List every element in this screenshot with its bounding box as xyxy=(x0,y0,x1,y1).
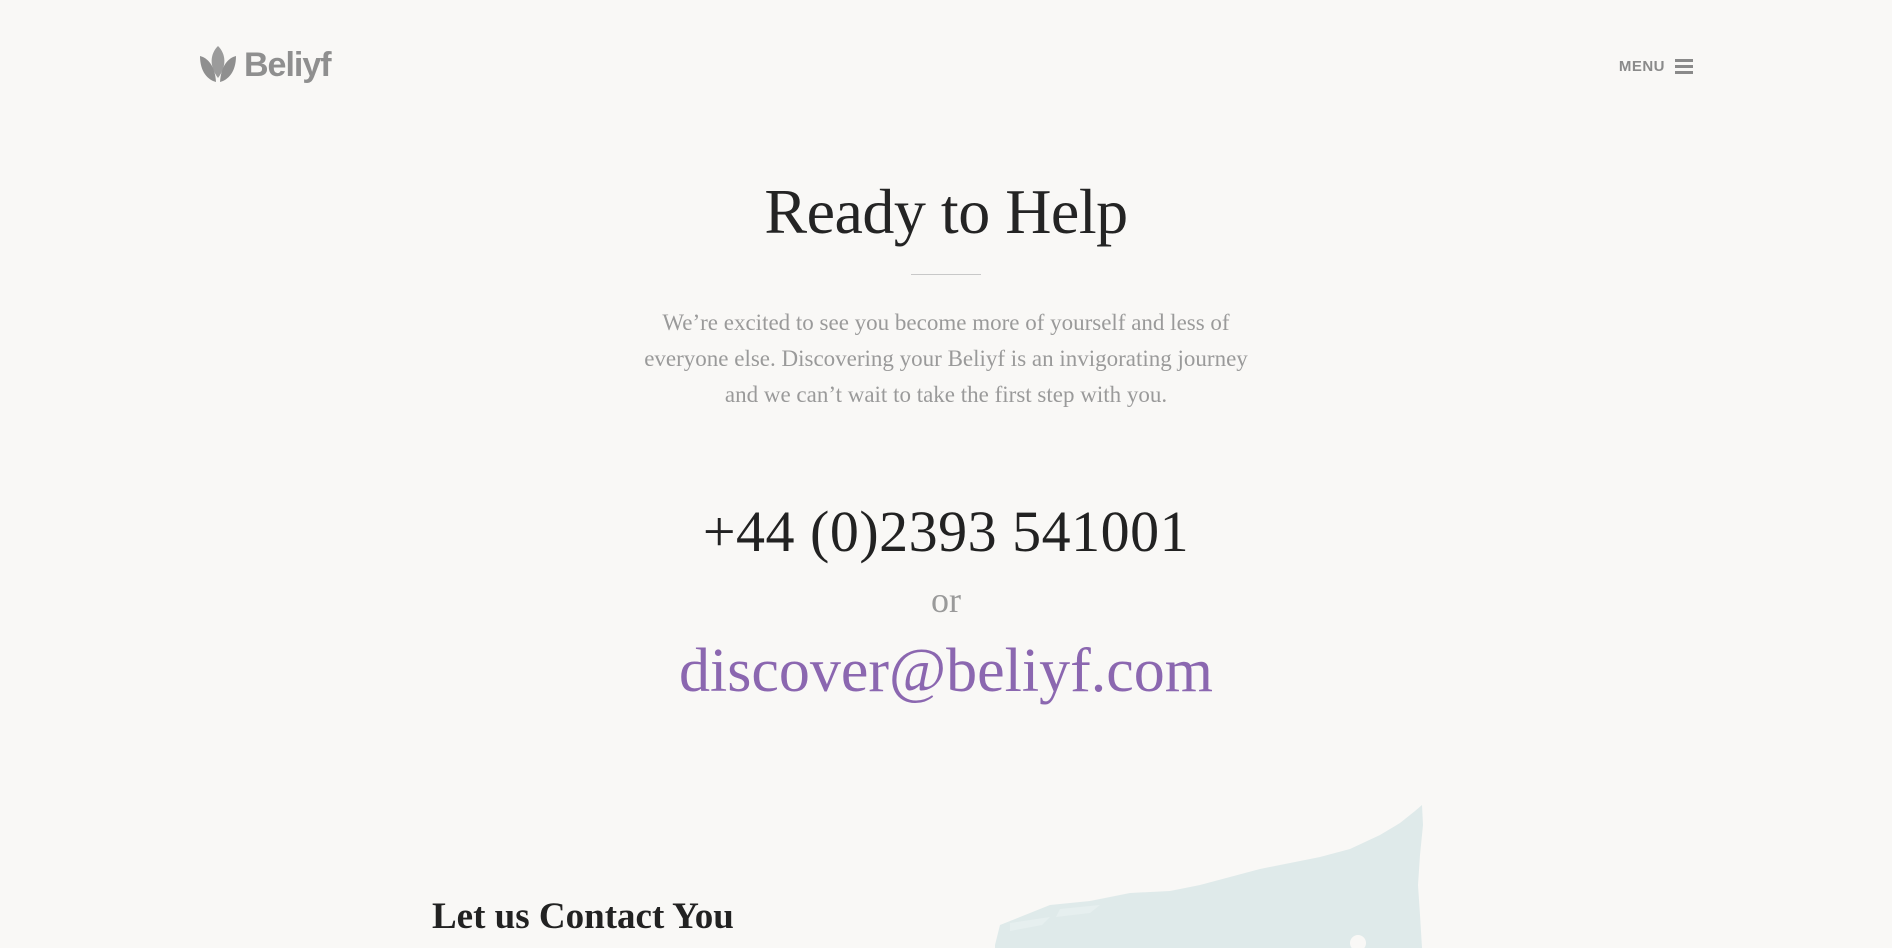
email-link[interactable]: discover@beliyf.com xyxy=(679,628,1213,714)
site-header: Beliyf MENU xyxy=(0,0,1892,140)
logo-text: Beliyf xyxy=(244,45,332,84)
hero-section: Ready to Help We’re excited to see you b… xyxy=(0,170,1892,413)
or-separator: or xyxy=(931,580,961,620)
brush-stroke-decoration xyxy=(990,805,1470,948)
hamburger-icon xyxy=(1675,59,1693,74)
contact-form-heading: Let us Contact You xyxy=(432,896,734,937)
menu-label: MENU xyxy=(1618,58,1665,75)
leaf-logo-icon xyxy=(198,44,238,86)
contact-section: +44 (0)2393 541001 or discover@beliyf.co… xyxy=(0,490,1892,714)
phone-number[interactable]: +44 (0)2393 541001 xyxy=(0,490,1892,574)
logo-link[interactable]: Beliyf xyxy=(198,44,332,86)
menu-button[interactable]: MENU xyxy=(1619,58,1693,75)
intro-text: We’re excited to see you become more of … xyxy=(644,310,1248,407)
title-divider xyxy=(911,274,981,275)
page-title: Ready to Help xyxy=(764,176,1128,247)
